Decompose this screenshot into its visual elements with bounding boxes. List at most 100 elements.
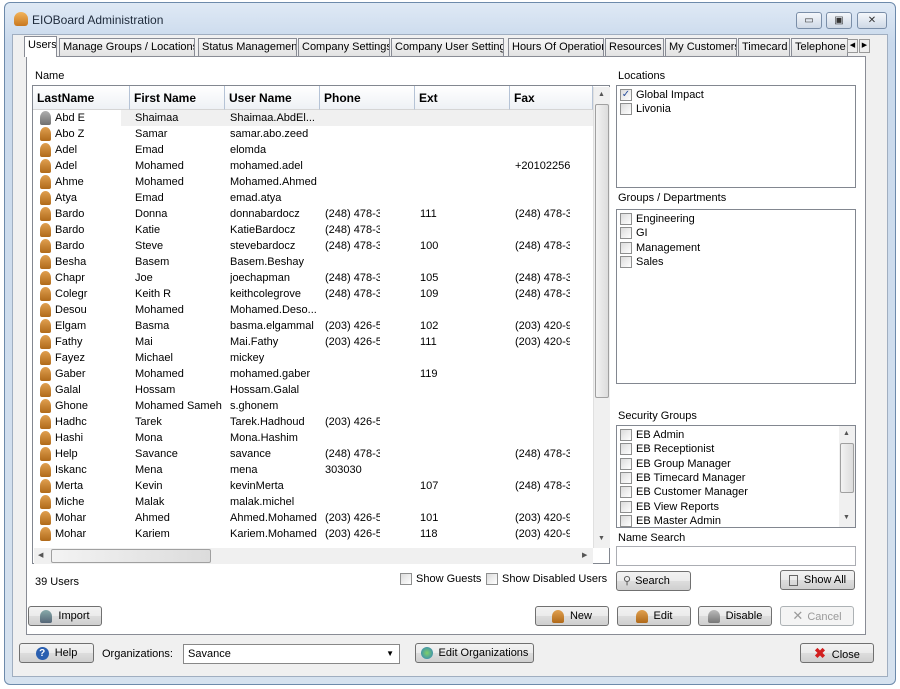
column-header-first-name[interactable]: First Name — [130, 86, 225, 110]
table-row[interactable]: Iskanc Mena mena 303030 — [33, 462, 593, 478]
tab-scroll-left-icon[interactable]: ◀ — [847, 39, 858, 53]
scroll-right-icon[interactable]: ▶ — [582, 551, 587, 559]
close-button[interactable]: ✖ Close — [800, 643, 874, 663]
import-button[interactable]: Import — [28, 606, 102, 626]
tab-status-management[interactable]: Status Management — [198, 38, 297, 56]
table-row[interactable]: Fayez Michael mickey — [33, 350, 593, 366]
tab-scroll-right-icon[interactable]: ▶ — [859, 39, 870, 53]
checked-checkbox-icon[interactable]: ✓ — [620, 89, 632, 102]
table-row[interactable]: Fathy Mai Mai.Fathy (203) 426-5 111 (203) 420… — [33, 334, 593, 350]
table-row[interactable]: Merta Kevin kevinMerta 107 (248) 478-32 — [33, 478, 593, 494]
table-row[interactable]: Bardo Donna donnabardocz (248) 478-3 111 (248… — [33, 206, 593, 222]
checkbox-icon[interactable] — [620, 255, 632, 268]
table-row[interactable]: Miche Malak malak.michel — [33, 494, 593, 510]
tab-manage-groups-locations[interactable]: Manage Groups / Locations — [59, 38, 195, 56]
search-button[interactable]: ⚲ Search — [616, 571, 691, 591]
column-header-ext[interactable]: Ext — [415, 86, 510, 110]
show-guests-checkbox[interactable]: Show Guests — [400, 573, 481, 586]
disable-button[interactable]: Disable — [698, 606, 772, 626]
checkbox-icon[interactable] — [620, 103, 632, 116]
column-header-lastname[interactable]: LastName — [33, 86, 130, 110]
table-row[interactable]: Mohar Ahmed Ahmed.Mohamed (203) 426-5 101 (20… — [33, 510, 593, 526]
tab-resources[interactable]: Resources — [605, 38, 664, 56]
table-row[interactable]: Desou Mohamed Mohamed.Deso... — [33, 302, 593, 318]
table-row[interactable]: Mohar Kariem Kariem.Mohamed (203) 426-5 118 (… — [33, 526, 593, 542]
table-row[interactable]: Bardo Katie KatieBardocz (248) 478-3 — [33, 222, 593, 238]
maximize-button[interactable]: ▣ — [826, 12, 852, 29]
security-scrollbar[interactable]: ▲ ▼ — [839, 426, 855, 527]
edit-organizations-button[interactable]: Edit Organizations — [415, 643, 534, 663]
help-button[interactable]: ? Help — [19, 643, 94, 663]
table-row[interactable]: Galal Hossam Hossam.Galal — [33, 382, 593, 398]
checkbox-icon[interactable] — [620, 486, 632, 499]
organizations-select[interactable]: Savance ▼ — [183, 644, 400, 664]
checkbox-icon[interactable] — [620, 500, 632, 513]
vertical-scrollbar[interactable]: ▲ ▼ — [593, 87, 610, 548]
table-row[interactable]: Abd E Shaimaa Shaimaa.AbdEl... — [33, 110, 593, 126]
show-disabled-checkbox[interactable]: Show Disabled Users — [486, 573, 607, 586]
security-item[interactable]: EB Timecard Manager — [620, 471, 745, 485]
table-row[interactable]: Atya Emad emad.atya — [33, 190, 593, 206]
checkbox-icon[interactable] — [620, 429, 632, 442]
groups-item[interactable]: Sales — [620, 255, 664, 269]
column-header-phone[interactable]: Phone — [320, 86, 415, 110]
table-row[interactable]: Adel Mohamed mohamed.adel +20102256 — [33, 158, 593, 174]
security-item[interactable]: EB Master Admin — [620, 514, 721, 528]
locations-item[interactable]: Livonia — [620, 102, 671, 116]
tab-company-settings[interactable]: Company Settings — [298, 38, 390, 56]
security-item[interactable]: EB Admin — [620, 428, 684, 442]
checkbox-icon[interactable] — [620, 514, 632, 527]
minimize-button[interactable]: ▭ — [796, 12, 822, 29]
security-item[interactable]: EB View Reports — [620, 500, 719, 514]
groups-item[interactable]: Engineering — [620, 212, 695, 226]
checkbox-icon[interactable] — [620, 241, 632, 254]
tab-timecard[interactable]: Timecard — [738, 38, 790, 56]
checkbox-icon[interactable] — [620, 471, 632, 484]
tab-users[interactable]: Users — [24, 36, 57, 57]
table-row[interactable]: Abo Z Samar samar.abo.zeed — [33, 126, 593, 142]
tab-company-user-settings[interactable]: Company User Settings — [391, 38, 504, 56]
scroll-down-icon[interactable]: ▼ — [843, 514, 850, 521]
column-header-fax[interactable]: Fax — [510, 86, 593, 110]
cancel-button[interactable]: ✕ Cancel — [780, 606, 854, 626]
checkbox-icon[interactable] — [620, 443, 632, 456]
h-scroll-thumb[interactable] — [51, 549, 211, 563]
security-item[interactable]: EB Group Manager — [620, 457, 731, 471]
table-row[interactable]: Adel Emad elomda — [33, 142, 593, 158]
scroll-up-icon[interactable]: ▲ — [843, 430, 850, 437]
close-window-button[interactable]: ✕ — [857, 12, 887, 29]
scroll-thumb[interactable] — [595, 104, 609, 398]
scroll-down-icon[interactable]: ▼ — [598, 535, 605, 542]
table-row[interactable]: Chapr Joe joechapman (248) 478-3 105 (248) 47… — [33, 270, 593, 286]
table-row[interactable]: Hadhc Tarek Tarek.Hadhoud (203) 426-5 — [33, 414, 593, 430]
table-row[interactable]: Gaber Mohamed mohamed.gaber 119 — [33, 366, 593, 382]
table-row[interactable]: Bardo Steve stevebardocz (248) 478-3 100 (248… — [33, 238, 593, 254]
scroll-left-icon[interactable]: ◀ — [38, 551, 43, 559]
table-row[interactable]: Elgam Basma basma.elgammal (203) 426-5 102 (2… — [33, 318, 593, 334]
locations-item[interactable]: ✓ Global Impact — [620, 88, 704, 102]
tab-my-customers[interactable]: My Customers — [665, 38, 737, 56]
checkbox-icon[interactable] — [620, 457, 632, 470]
tab-hours-of-operation[interactable]: Hours Of Operation — [508, 38, 604, 56]
horizontal-scrollbar[interactable]: ◀ ▶ — [34, 548, 593, 564]
name-search-input[interactable] — [616, 546, 856, 566]
checkbox-icon[interactable] — [620, 227, 632, 240]
security-item[interactable]: EB Receptionist — [620, 442, 714, 456]
table-row[interactable]: Help Savance savance (248) 478-3 (248) 478-3… — [33, 446, 593, 462]
table-row[interactable]: Besha Basem Basem.Beshay — [33, 254, 593, 270]
groups-item[interactable]: GI — [620, 226, 648, 240]
security-item[interactable]: EB Customer Manager — [620, 485, 748, 499]
table-row[interactable]: Hashi Mona Mona.Hashim — [33, 430, 593, 446]
table-row[interactable]: Colegr Keith R keithcolegrove (248) 478-3 10… — [33, 286, 593, 302]
scroll-up-icon[interactable]: ▲ — [598, 91, 605, 98]
checkbox-icon[interactable] — [620, 213, 632, 226]
scroll-thumb[interactable] — [840, 443, 854, 493]
edit-button[interactable]: Edit — [617, 606, 691, 626]
show-all-button[interactable]: Show All — [780, 570, 855, 590]
column-header-user-name[interactable]: User Name — [225, 86, 320, 110]
table-row[interactable]: Ahme Mohamed Mohamed.Ahmed — [33, 174, 593, 190]
table-row[interactable]: Ghone Mohamed Sameh s.ghonem — [33, 398, 593, 414]
tab-telephone[interactable]: Telephone — [791, 38, 848, 56]
groups-item[interactable]: Management — [620, 241, 700, 255]
new-button[interactable]: New — [535, 606, 609, 626]
